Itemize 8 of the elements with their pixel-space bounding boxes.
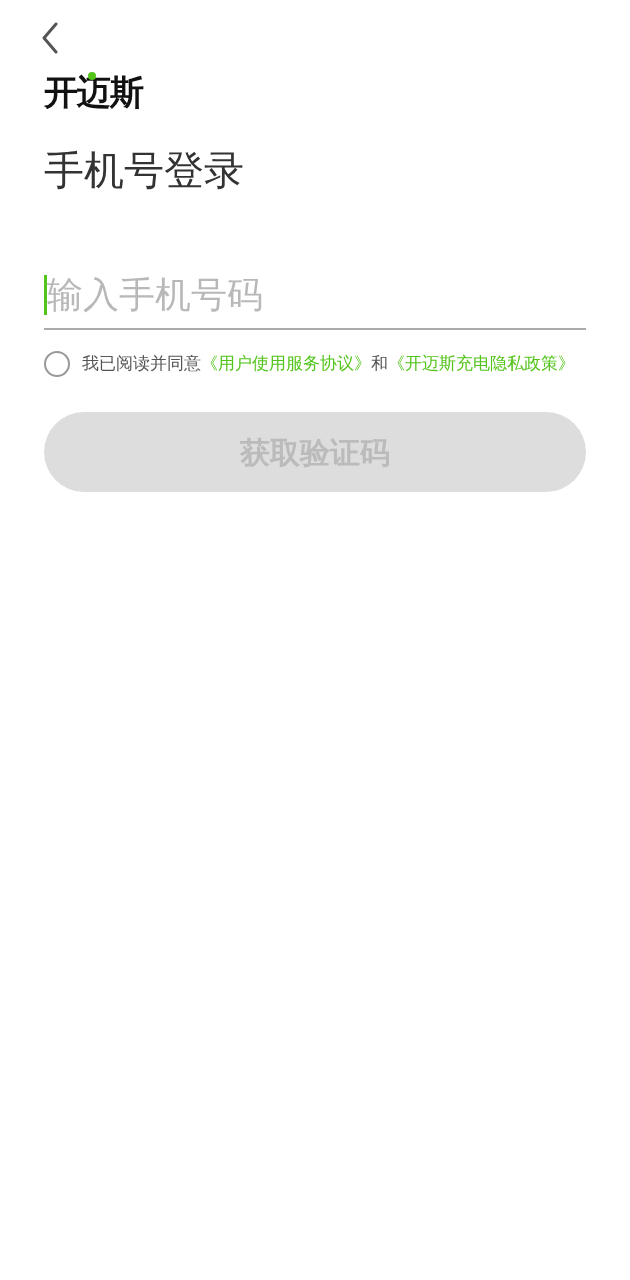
page-title: 手机号登录 [44, 147, 245, 194]
agreement-link[interactable]: 《开迈斯充电隐私政策》 [388, 354, 575, 373]
agreement-checkbox[interactable] [44, 351, 70, 377]
back-icon [41, 22, 59, 54]
logo: 开迈斯 [44, 71, 143, 113]
phone-input-field[interactable]: 输入手机号码 [47, 270, 586, 320]
agreement-link[interactable]: 《用户使用服务协议》 [201, 354, 371, 373]
agreement-text: 我已阅读并同意《用户使用服务协议》和《开迈斯充电隐私政策》 [82, 353, 575, 375]
